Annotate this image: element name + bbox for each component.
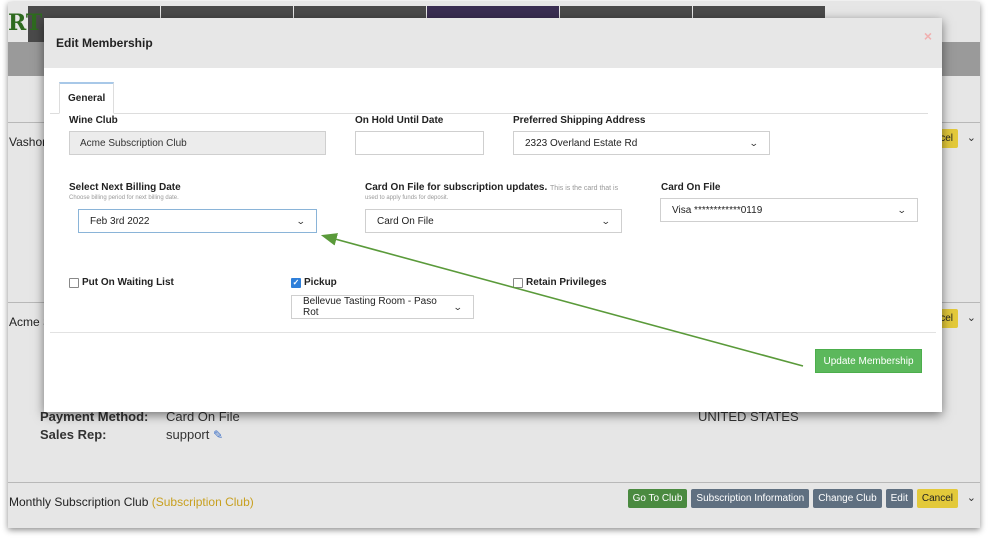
annotation-arrow bbox=[320, 233, 804, 367]
